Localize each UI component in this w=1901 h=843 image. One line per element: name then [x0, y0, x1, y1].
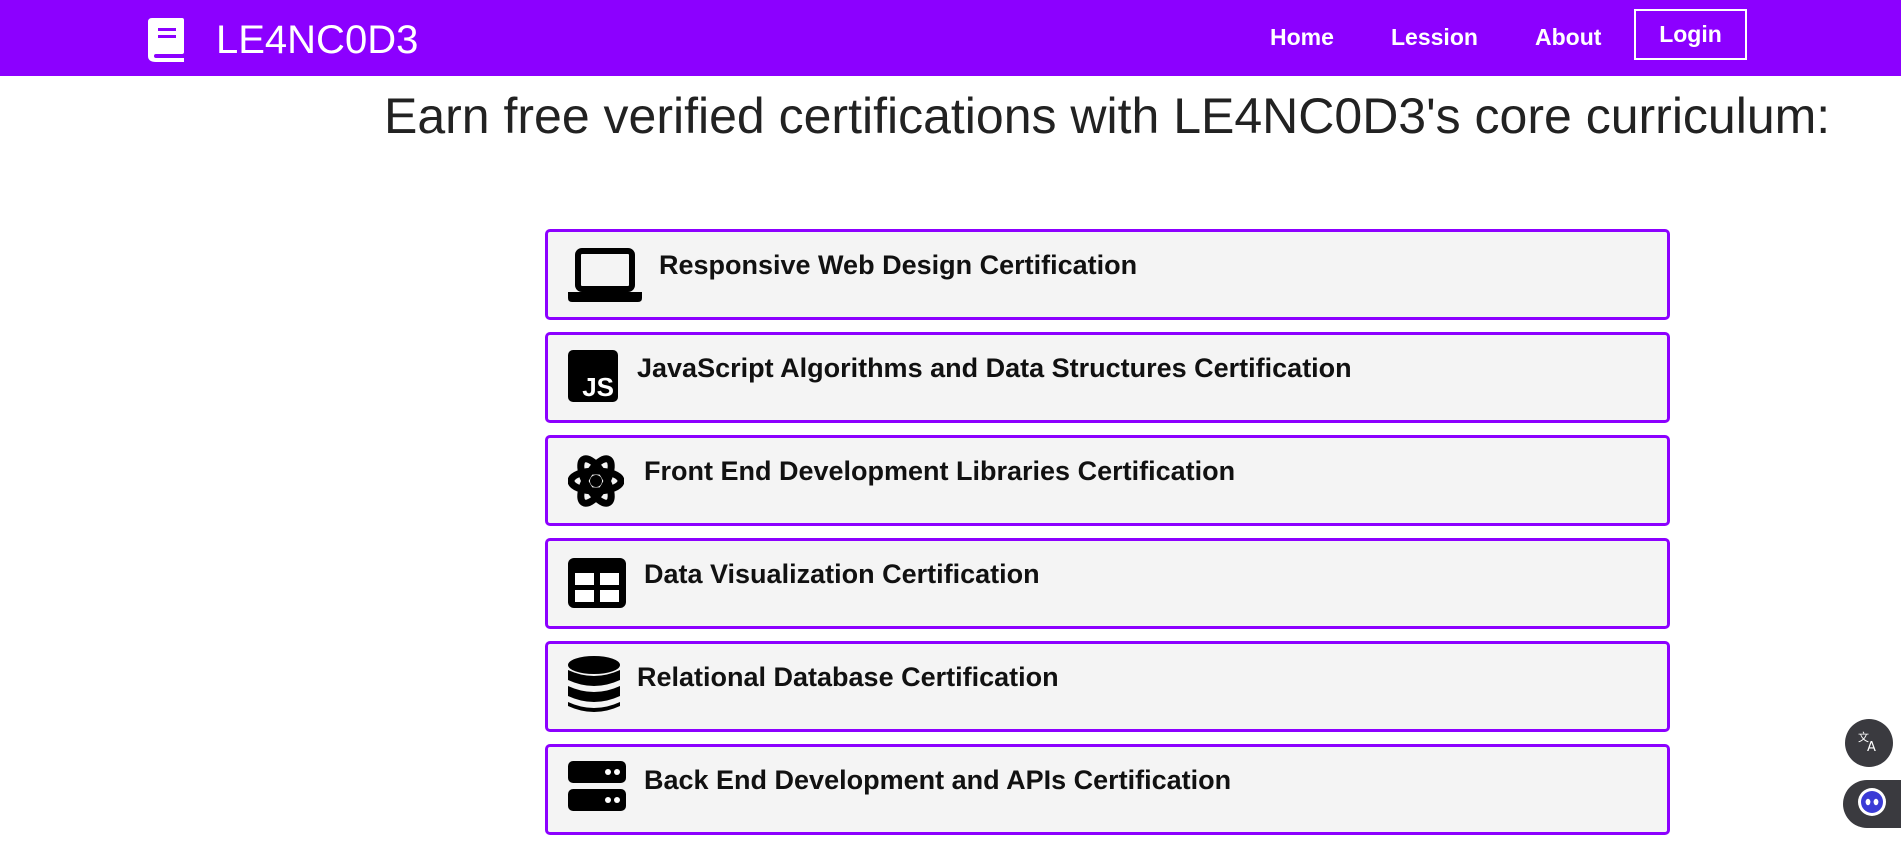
nav-link-about[interactable]: About — [1535, 22, 1601, 52]
server-icon — [568, 759, 628, 819]
svg-text:JS: JS — [582, 372, 614, 402]
assistant-bot-icon — [1857, 787, 1887, 822]
cert-card-front-end-libraries[interactable]: Front End Development Libraries Certific… — [545, 435, 1670, 526]
cert-label: Front End Development Libraries Certific… — [644, 456, 1236, 486]
react-atom-icon — [568, 450, 628, 510]
cert-card-responsive-web-design[interactable]: Responsive Web Design Certification — [545, 229, 1670, 320]
top-navbar: LE4NC0D3 Home Lession About Login — [0, 0, 1901, 76]
table-icon — [568, 553, 628, 613]
cert-label: Back End Development and APIs Certificat… — [644, 765, 1232, 795]
cert-card-data-visualization[interactable]: Data Visualization Certification — [545, 538, 1670, 629]
assistant-button[interactable] — [1843, 780, 1901, 828]
cert-card-back-end-apis[interactable]: Back End Development and APIs Certificat… — [545, 744, 1670, 835]
brand-name: LE4NC0D3 — [216, 18, 419, 62]
cert-label: JavaScript Algorithms and Data Structure… — [637, 353, 1352, 383]
cert-card-javascript[interactable]: JS JavaScript Algorithms and Data Struct… — [545, 332, 1670, 423]
cert-label: Relational Database Certification — [637, 662, 1059, 692]
book-icon — [148, 18, 188, 62]
cert-label: Responsive Web Design Certification — [659, 250, 1138, 280]
translate-button[interactable]: 文 A — [1845, 719, 1893, 767]
translate-icon: 文 A — [1857, 729, 1881, 758]
nav-link-lession[interactable]: Lession — [1391, 22, 1478, 52]
brand[interactable]: LE4NC0D3 — [148, 18, 418, 62]
page-headline: Earn free verified certifications with L… — [384, 88, 1831, 144]
cert-card-relational-database[interactable]: Relational Database Certification — [545, 641, 1670, 732]
svg-text:A: A — [1867, 740, 1876, 753]
laptop-icon — [568, 244, 642, 304]
js-icon: JS — [568, 347, 628, 407]
cert-label: Data Visualization Certification — [644, 559, 1040, 589]
database-icon — [568, 656, 628, 716]
login-button[interactable]: Login — [1634, 9, 1747, 60]
nav-link-home[interactable]: Home — [1270, 22, 1334, 52]
